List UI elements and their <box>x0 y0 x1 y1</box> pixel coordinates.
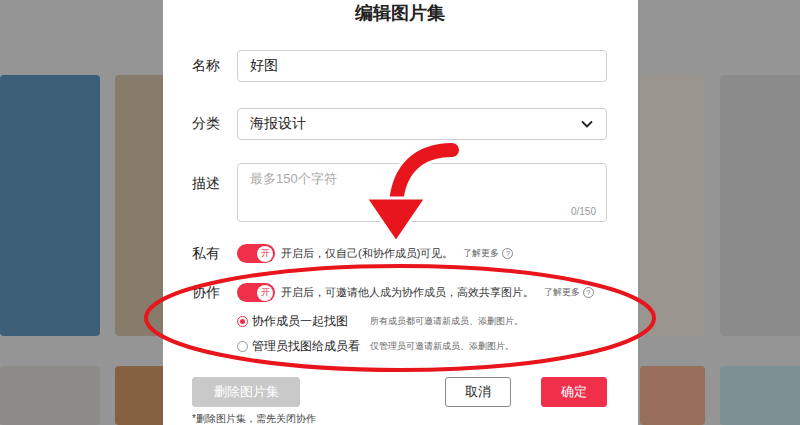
category-select[interactable]: 海报设计 <box>237 108 607 140</box>
annotation-overlay <box>0 0 800 425</box>
radio-option[interactable]: 协作成员一起找图所有成员都可邀请新成员、添删图片。 <box>192 313 607 330</box>
highlight-ellipse-icon <box>146 266 654 370</box>
description-textarea[interactable]: 最多150个字符0/150 <box>237 163 607 222</box>
toggle-label: 私有 <box>192 245 237 263</box>
delete-note: *删除图片集，需先关闭协作 <box>192 412 607 425</box>
radio-button[interactable] <box>237 341 248 352</box>
radio-label: 管理员找图给成员看 <box>252 338 370 355</box>
radio-label: 协作成员一起找图 <box>252 313 370 330</box>
toggle-label: 协作 <box>192 284 237 302</box>
name-input[interactable]: 好图 <box>237 50 607 82</box>
chevron-down-icon <box>580 117 594 131</box>
toggle-row: 私有开开启后，仅自己(和协作成员)可见。了解更多? <box>192 244 607 263</box>
help-icon[interactable]: ? <box>583 287 594 298</box>
edit-collection-dialog: 编辑图片集名称好图分类海报设计描述最多150个字符0/150私有开开启后，仅自己… <box>163 0 638 425</box>
confirm-button[interactable]: 确定 <box>541 377 607 407</box>
toggle-description: 开启后，可邀请他人成为协作成员，高效共享图片。 <box>281 285 534 300</box>
delete-button[interactable]: 删除图片集 <box>192 377 300 407</box>
field-label: 分类 <box>192 115 237 133</box>
learn-more-link[interactable]: 了解更多 <box>463 247 499 260</box>
toggle-switch[interactable]: 开 <box>237 244 275 263</box>
red-arrow-icon <box>366 150 452 242</box>
cancel-button[interactable]: 取消 <box>445 377 511 407</box>
page: 编辑图片集名称好图分类海报设计描述最多150个字符0/150私有开开启后，仅自己… <box>0 0 800 425</box>
field-label: 描述 <box>192 163 237 193</box>
radio-option[interactable]: 管理员找图给成员看仅管理员可邀请新成员、添删图片。 <box>192 338 607 355</box>
learn-more-link[interactable]: 了解更多 <box>544 286 580 299</box>
dialog-title: 编辑图片集 <box>192 2 607 24</box>
toggle-switch[interactable]: 开 <box>237 283 275 302</box>
radio-hint: 所有成员都可邀请新成员、添删图片。 <box>370 315 523 328</box>
radio-button[interactable] <box>237 316 248 327</box>
toggle-row: 协作开开启后，可邀请他人成为协作成员，高效共享图片。了解更多? <box>192 283 607 302</box>
char-counter: 0/150 <box>571 206 596 217</box>
radio-hint: 仅管理员可邀请新成员、添删图片。 <box>370 340 514 353</box>
field-label: 名称 <box>192 57 237 75</box>
toggle-description: 开启后，仅自己(和协作成员)可见。 <box>281 246 453 261</box>
help-icon[interactable]: ? <box>502 248 513 259</box>
